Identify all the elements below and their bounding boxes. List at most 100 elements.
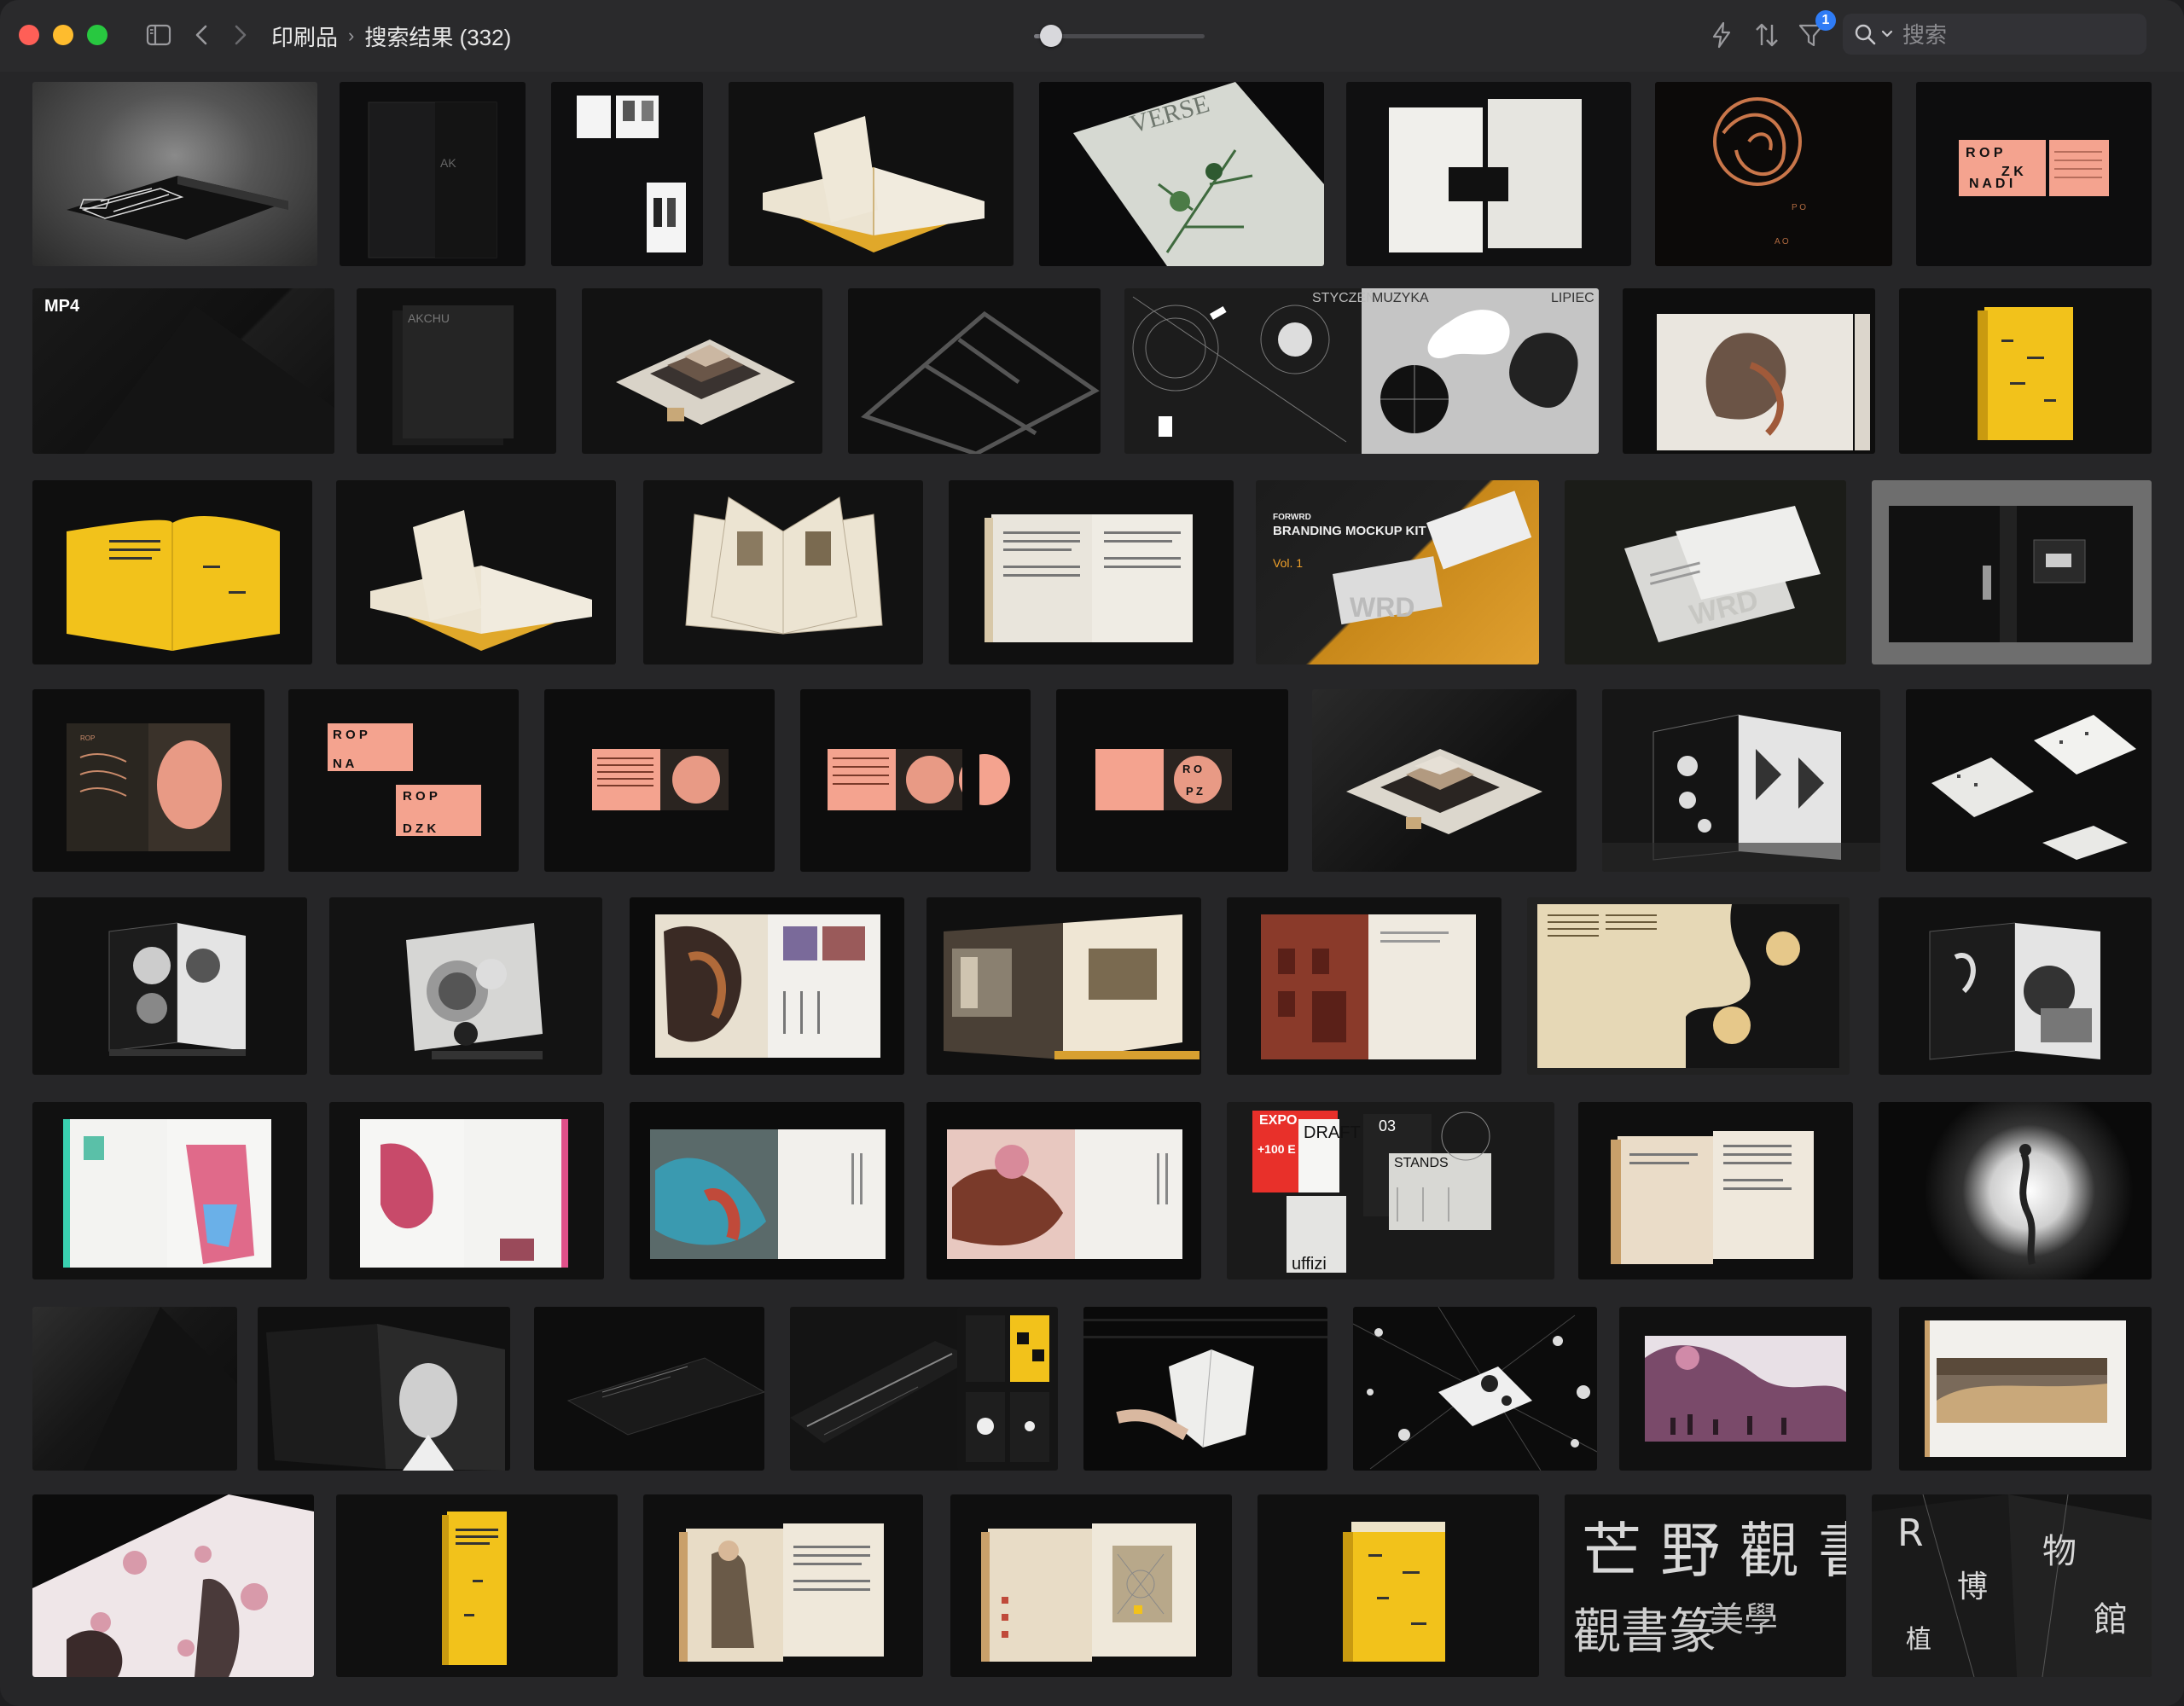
thumbnail[interactable]: 芒 野 觀 書 篆 師觀書篆美學 [1565, 1494, 1846, 1677]
thumbnail[interactable] [1346, 82, 1631, 266]
thumbnail[interactable]: R O P Z [1056, 689, 1288, 872]
thumbnail[interactable]: ROP [32, 689, 264, 872]
thumbnail[interactable]: AK [340, 82, 526, 266]
thumbnail-image: AK [368, 102, 497, 258]
thumbnail[interactable] [1872, 480, 2152, 664]
thumbnail[interactable]: EXPO +100 E DRAFT 03 uffizi STANDS [1227, 1102, 1554, 1280]
thumbnail[interactable] [32, 1494, 314, 1677]
breadcrumb-parent[interactable]: 印刷品 [271, 20, 338, 52]
chevron-left-icon[interactable] [191, 20, 212, 49]
thumbnail[interactable] [949, 480, 1234, 664]
thumbnail[interactable] [1879, 1102, 2152, 1280]
thumbnail[interactable] [1899, 1307, 2152, 1471]
sidebar-toggle-icon[interactable] [145, 22, 172, 48]
breadcrumb-separator-icon: › [348, 25, 355, 46]
thumbnail[interactable] [848, 288, 1101, 454]
svg-text:Z K: Z K [2001, 165, 2024, 179]
thumbnail[interactable]: AKCHU [357, 288, 556, 454]
thumbnail[interactable] [534, 1307, 764, 1471]
thumbnail[interactable] [32, 1307, 237, 1471]
thumbnail[interactable] [957, 1307, 1058, 1471]
thumbnail[interactable]: FORWRD BRANDING MOCKUP KIT Vol. 1 WRD [1256, 480, 1539, 664]
thumbnail[interactable] [630, 1102, 904, 1280]
thumbnail-image [592, 749, 729, 810]
thumbnail[interactable] [1578, 1102, 1853, 1280]
thumbnail[interactable] [926, 1102, 1201, 1280]
svg-text:P Z: P Z [1186, 785, 1203, 798]
thumbnail[interactable] [1227, 897, 1502, 1075]
slider-knob[interactable] [1040, 25, 1062, 47]
thumbnail[interactable] [551, 82, 703, 266]
thumbnail[interactable] [1353, 1307, 1597, 1471]
minimize-window-button[interactable] [53, 25, 73, 45]
svg-text:R O P: R O P [1966, 146, 2003, 160]
thumbnail[interactable]: VERSE [1039, 82, 1324, 266]
thumbnail-image [861, 310, 1100, 454]
thumbnail-image [650, 1129, 886, 1259]
thumbnail[interactable] [32, 1102, 307, 1280]
thumbnail[interactable]: MP4 [32, 288, 334, 454]
thumbnail[interactable] [1619, 1307, 1872, 1471]
thumbnail-image [947, 1129, 1182, 1259]
thumbnail-size-slider[interactable] [1034, 24, 1205, 48]
thumbnail[interactable] [643, 480, 923, 664]
toolbar: 印刷品 › 搜索结果 (332) 1 [0, 0, 2184, 72]
thumbnail[interactable]: P O A O [1655, 82, 1892, 266]
bolt-icon[interactable] [1708, 19, 1735, 51]
thumbnail[interactable] [1906, 689, 2152, 872]
thumbnail[interactable]: STYCZEŃ MUZYKA LIPIEC [1124, 288, 1599, 454]
thumbnail-image [406, 923, 543, 1059]
thumbnail-image [1929, 922, 2100, 1060]
thumbnail[interactable] [32, 897, 307, 1075]
thumbnail[interactable] [643, 1494, 923, 1677]
thumbnail[interactable] [729, 82, 1014, 266]
thumbnail-image: VERSE [1073, 82, 1324, 266]
thumbnail[interactable]: R博 物館植 [1872, 1494, 2152, 1677]
thumbnail[interactable] [1879, 897, 2152, 1075]
thumbnail[interactable] [544, 689, 775, 872]
svg-text:R O: R O [1182, 763, 1202, 775]
thumbnail-image [944, 914, 1199, 1059]
thumbnail[interactable] [1623, 288, 1875, 454]
thumbnail-image [981, 1523, 1196, 1662]
thumbnail[interactable]: R O PN A D IZ K [1916, 82, 2152, 266]
sort-icon[interactable] [1752, 19, 1781, 51]
thumbnail[interactable] [336, 480, 616, 664]
thumbnail[interactable] [630, 897, 904, 1075]
thumbnail[interactable] [1083, 1307, 1327, 1471]
thumbnail[interactable] [800, 689, 1031, 872]
thumbnail-image [1978, 307, 2073, 440]
thumbnail[interactable]: WRD [1565, 480, 1846, 664]
svg-text:+100 E: +100 E [1258, 1142, 1296, 1156]
thumbnail[interactable] [1602, 689, 1880, 872]
close-window-button[interactable] [19, 25, 39, 45]
thumbnail-image [1261, 914, 1476, 1059]
thumbnail-image [1389, 99, 1582, 252]
thumbnail-image: ROP [67, 723, 230, 851]
thumbnail[interactable] [329, 1102, 604, 1280]
thumbnail-image [266, 1324, 505, 1471]
thumbnail[interactable] [1527, 897, 1850, 1075]
thumbnail[interactable] [1258, 1494, 1539, 1677]
thumbnail[interactable] [329, 897, 602, 1075]
thumbnail[interactable] [336, 1494, 618, 1677]
thumbnail[interactable] [32, 480, 312, 664]
thumbnail[interactable] [258, 1307, 510, 1471]
thumbnail[interactable] [1312, 689, 1577, 872]
thumbnail[interactable]: R O P N A R O P D Z K [288, 689, 519, 872]
thumbnail[interactable] [790, 1307, 974, 1471]
search-field[interactable] [1843, 14, 2146, 55]
chevron-right-icon[interactable] [230, 20, 251, 49]
zoom-window-button[interactable] [87, 25, 107, 45]
thumbnail[interactable] [1899, 288, 2152, 454]
thumbnail[interactable] [950, 1494, 1232, 1677]
thumbnail-image [84, 1307, 237, 1471]
thumbnail-caption: DRAFT [1304, 1123, 1361, 1142]
chevron-down-icon[interactable] [1880, 26, 1894, 43]
svg-text:植: 植 [1906, 1625, 1931, 1655]
thumbnail[interactable] [582, 288, 822, 454]
thumbnail-image [1611, 1131, 1814, 1264]
thumbnail[interactable] [926, 897, 1201, 1075]
thumbnail[interactable] [32, 82, 317, 266]
search-input[interactable] [1901, 17, 2143, 53]
